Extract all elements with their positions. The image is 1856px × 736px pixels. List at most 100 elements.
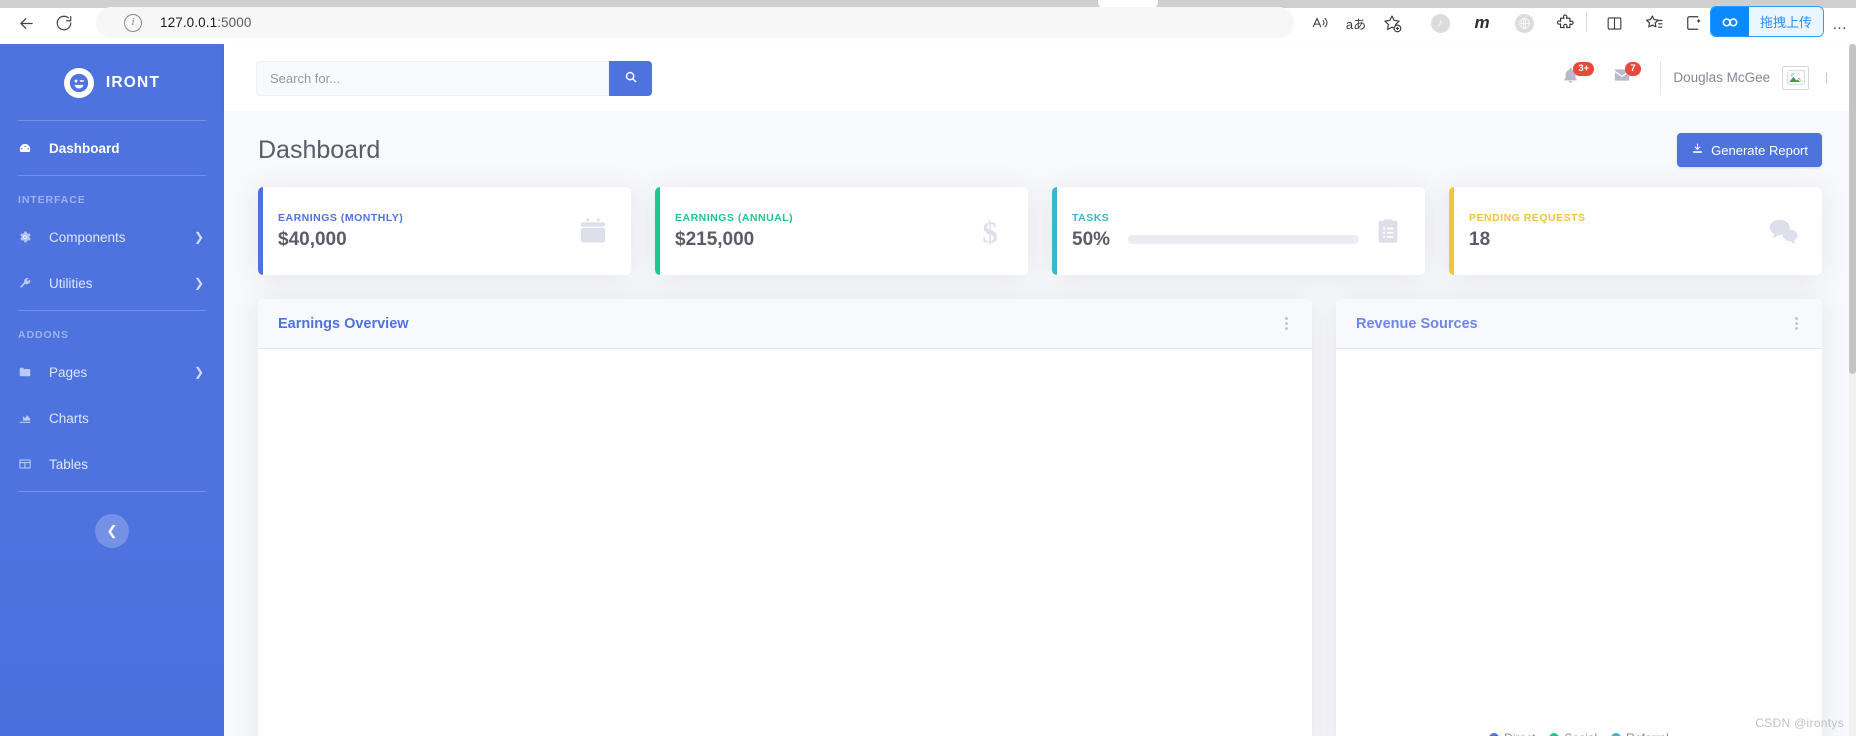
cog-icon: [18, 230, 40, 244]
collections-icon[interactable]: [1640, 9, 1668, 37]
chevron-left-icon: ❮: [106, 523, 118, 538]
sidebar-divider-4: [18, 491, 206, 492]
earnings-chart-canvas: [258, 349, 1312, 736]
legend-label: Referral: [1626, 731, 1669, 736]
messages-badge: 7: [1625, 62, 1641, 76]
music-note-icon: ♪: [1430, 13, 1450, 33]
topbar: 3+ 7 Douglas McGee |: [224, 44, 1856, 111]
card-label: TASKS: [1072, 211, 1110, 224]
search-button[interactable]: [609, 61, 652, 96]
url-host: 127.0.0.1: [160, 15, 218, 30]
clipboard-list-icon: [1373, 216, 1403, 246]
sidebar-divider-2: [18, 175, 206, 176]
alerts-button[interactable]: 3+: [1544, 44, 1596, 111]
svg-text:$: $: [982, 215, 997, 247]
stat-card-tasks[interactable]: TASKS 50%: [1052, 187, 1425, 275]
scrollbar-thumb[interactable]: [1849, 44, 1856, 374]
browser-essentials-icon[interactable]: [1680, 9, 1708, 37]
legend-item-direct[interactable]: Direct: [1489, 731, 1535, 736]
sidebar-item-dashboard[interactable]: Dashboard: [0, 125, 224, 171]
search-icon: [624, 70, 638, 87]
page-scrollbar[interactable]: [1849, 44, 1856, 736]
globe-icon: [1514, 13, 1534, 33]
sidebar-divider-3: [18, 310, 206, 311]
card-label: EARNINGS (ANNUAL): [675, 211, 794, 224]
legend-item-referral[interactable]: Referral: [1611, 731, 1669, 736]
revenue-sources-card: Revenue Sources Direct Social: [1336, 299, 1822, 736]
translate-icon[interactable]: aあ: [1342, 9, 1370, 37]
sidebar-item-utilities[interactable]: Utilities ❯: [0, 260, 224, 306]
browser-overflow-menu[interactable]: …: [1832, 16, 1848, 33]
card-title: Revenue Sources: [1356, 315, 1478, 332]
sidebar-brand[interactable]: IRONT: [0, 44, 224, 116]
sidebar-collapse-button[interactable]: ❮: [95, 514, 129, 548]
address-bar[interactable]: i 127.0.0.1:5000: [96, 7, 1294, 38]
card-title: Earnings Overview: [278, 315, 409, 332]
search-input[interactable]: [256, 61, 609, 96]
chevron-right-icon: ❯: [193, 230, 204, 244]
chart-area-icon: [18, 411, 40, 425]
extension-music-icon[interactable]: ♪: [1426, 9, 1454, 37]
reload-icon: [55, 14, 73, 32]
dollar-sign-icon: $: [974, 215, 1006, 247]
card-body: TASKS 50%: [1072, 212, 1359, 251]
url-text: 127.0.0.1:5000: [160, 15, 252, 30]
watermark: CSDN @irontys: [1755, 716, 1844, 730]
sidebar-toggle-wrap: ❮: [0, 514, 224, 548]
sidebar-heading-addons: ADDONS: [18, 329, 69, 341]
sidebar-item-label: Utilities: [49, 275, 93, 291]
m-glyph-icon: m: [1474, 13, 1490, 32]
stat-card-earnings-monthly[interactable]: EARNINGS (MONTHLY) $40,000: [258, 187, 631, 275]
card-body: EARNINGS (ANNUAL) $215,000: [675, 212, 960, 251]
user-menu[interactable]: Douglas McGee |: [1673, 65, 1836, 90]
card-accent-bar: [1052, 187, 1057, 275]
topbar-divider: [1660, 60, 1662, 95]
sidebar-divider: [18, 120, 206, 121]
sidebar-item-tables[interactable]: Tables: [0, 441, 224, 487]
reload-button[interactable]: [50, 9, 78, 37]
user-name: Douglas McGee: [1673, 70, 1771, 85]
revenue-chart-canvas: Direct Social Referral: [1336, 349, 1822, 736]
card-accent-bar: [655, 187, 660, 275]
read-aloud-icon[interactable]: [1306, 9, 1334, 37]
split-screen-icon[interactable]: [1600, 9, 1628, 37]
generate-report-button[interactable]: Generate Report: [1677, 133, 1822, 167]
baidu-cloud-icon: [1711, 7, 1749, 36]
broken-image-icon: [1782, 65, 1810, 90]
chevron-down-icon: |: [1825, 71, 1828, 84]
card-body: PENDING REQUESTS 18: [1469, 212, 1752, 251]
add-favorite-icon[interactable]: [1378, 9, 1406, 37]
card-label: PENDING REQUESTS: [1469, 211, 1586, 224]
sidebar-item-charts[interactable]: Charts: [0, 395, 224, 441]
tasks-progress-bar: [1128, 235, 1359, 244]
sidebar-item-components[interactable]: Components ❯: [0, 214, 224, 260]
extension-m-icon[interactable]: m: [1468, 9, 1496, 37]
calendar-icon: [577, 215, 609, 247]
toolbar-divider: [1586, 12, 1587, 32]
main-content: Dashboard Generate Report EARNINGS (MONT…: [224, 111, 1856, 736]
back-button[interactable]: [12, 9, 40, 37]
stat-card-pending-requests[interactable]: PENDING REQUESTS 18: [1449, 187, 1822, 275]
baidu-netdisk-upload-button[interactable]: 拖拽上传: [1710, 6, 1824, 37]
page-header: Dashboard Generate Report: [258, 133, 1822, 167]
earnings-overview-card: Earnings Overview: [258, 299, 1312, 736]
card-value: 50%: [1072, 228, 1111, 250]
kebab-menu-icon[interactable]: [1791, 313, 1802, 334]
sidebar-item-label: Charts: [49, 410, 89, 426]
folder-icon: [18, 365, 40, 379]
card-header: Earnings Overview: [258, 299, 1312, 349]
alerts-badge: 3+: [1573, 62, 1595, 76]
messages-button[interactable]: 7: [1596, 44, 1648, 111]
sidebar-item-pages[interactable]: Pages ❯: [0, 349, 224, 395]
topbar-right: 3+ 7 Douglas McGee |: [1544, 44, 1836, 111]
sidebar-item-label: Components: [49, 229, 126, 245]
extension-puzzle-icon[interactable]: [1552, 9, 1580, 37]
info-icon[interactable]: i: [124, 13, 142, 32]
stat-card-earnings-annual[interactable]: EARNINGS (ANNUAL) $215,000 $: [655, 187, 1028, 275]
kebab-menu-icon[interactable]: [1281, 313, 1292, 334]
download-icon: [1691, 142, 1704, 158]
comments-icon: [1766, 216, 1800, 246]
card-label: EARNINGS (MONTHLY): [278, 211, 404, 224]
extension-globe-icon[interactable]: [1510, 9, 1538, 37]
legend-item-social[interactable]: Social: [1549, 731, 1597, 736]
